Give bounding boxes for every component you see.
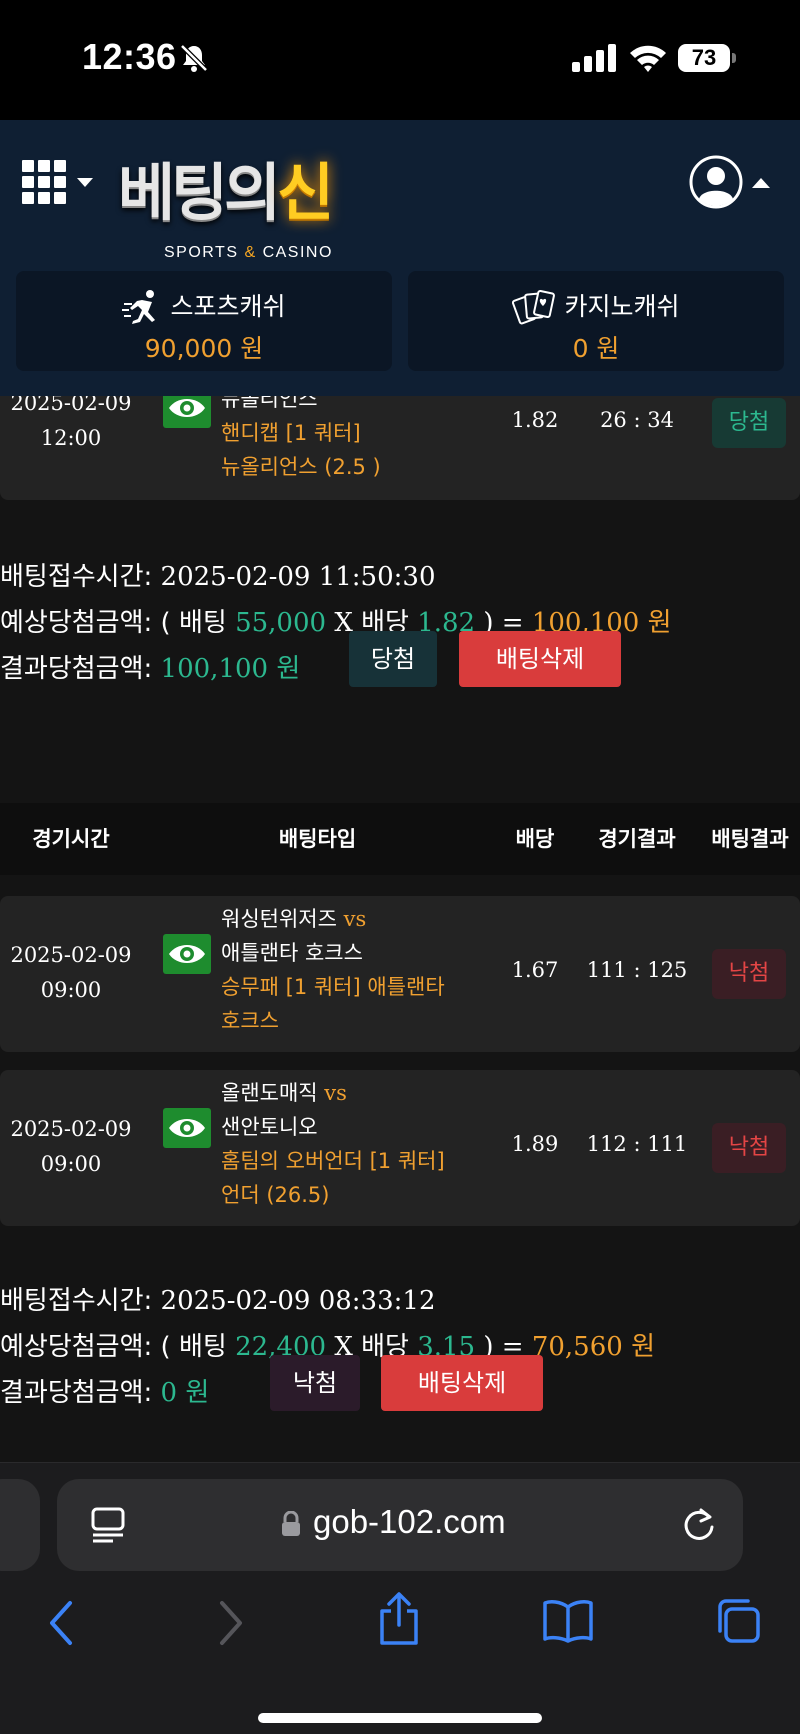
row-pick-detail: 언더 (26.5) bbox=[221, 1183, 330, 1207]
col-header-time: 경기시간 bbox=[32, 827, 110, 851]
row-teams-home: 올랜도매직 vs bbox=[221, 1081, 347, 1105]
row-result-badge: 당첨 bbox=[712, 398, 786, 448]
eye-icon bbox=[169, 945, 205, 963]
lock-icon bbox=[282, 1511, 300, 1536]
casino-cash-label: 카지노캐쉬 bbox=[564, 292, 680, 321]
tabs-icon[interactable] bbox=[714, 1597, 762, 1645]
sports-cash-value: 90,000 원 bbox=[144, 334, 264, 363]
row-result-badge: 낙첨 bbox=[712, 949, 786, 999]
row-datetime: 2025-02-09 09:00 bbox=[0, 938, 142, 1008]
share-icon[interactable] bbox=[376, 1591, 422, 1647]
row-odds: 1.89 bbox=[511, 1132, 559, 1156]
previous-tab-preview[interactable] bbox=[0, 1479, 40, 1571]
row-teams-home: 워싱턴위저즈 vs bbox=[221, 907, 367, 931]
bell-muted-icon bbox=[180, 44, 208, 72]
user-menu-button[interactable] bbox=[688, 154, 772, 214]
casino-cash-card[interactable]: 카지노캐쉬 0 원 bbox=[408, 271, 784, 371]
running-figure-icon bbox=[122, 290, 156, 324]
logo-tagline: SPORTS & CASINO bbox=[164, 244, 333, 261]
row-datetime: 2025-02-09 12:00 bbox=[0, 396, 142, 456]
row-pick-detail: 호크스 bbox=[221, 1009, 279, 1033]
view-detail-button[interactable] bbox=[163, 934, 211, 974]
row-teams-away: 애틀랜타 호크스 bbox=[221, 941, 363, 965]
col-header-result: 배팅결과 bbox=[711, 827, 789, 851]
wifi-icon bbox=[630, 45, 666, 72]
table-row: 2025-02-09 09:00 올랜도매직 vs 샌안토니오 홈팀의 오버언더… bbox=[0, 1070, 800, 1226]
row-teams: 뉴올리언스 bbox=[221, 396, 318, 411]
received-time-line: 배팅접수시간: 2025-02-09 08:33:12 bbox=[0, 1286, 436, 1316]
result-status-button[interactable]: 낙첨 bbox=[270, 1355, 360, 1411]
result-amount-line: 결과당첨금액: 100,100 원 bbox=[0, 654, 301, 684]
col-header-score: 경기결과 bbox=[598, 827, 676, 851]
url-text: gob-102.com bbox=[313, 1503, 506, 1540]
eye-icon bbox=[169, 1119, 205, 1137]
grid-menu-icon bbox=[22, 160, 66, 204]
eye-icon bbox=[169, 399, 205, 417]
address-bar[interactable]: gob-102.com bbox=[57, 1479, 743, 1571]
row-teams-away: 샌안토니오 bbox=[221, 1115, 318, 1139]
result-status-button[interactable]: 당첨 bbox=[349, 631, 437, 687]
received-time-line: 배팅접수시간: 2025-02-09 11:50:30 bbox=[0, 562, 436, 592]
view-detail-button[interactable] bbox=[163, 396, 211, 428]
logo-wordmark: 베팅의신 bbox=[118, 156, 334, 229]
row-score: 26 : 34 bbox=[600, 408, 674, 432]
site-logo[interactable]: 베팅의신 SPORTS & CASINO bbox=[118, 142, 398, 262]
battery-cap bbox=[732, 53, 736, 63]
table-header: 경기시간 배팅타입 배당 경기결과 배팅결과 bbox=[0, 803, 800, 875]
col-header-odds: 배당 bbox=[515, 827, 555, 851]
row-date: 2025-02-09 bbox=[10, 943, 132, 967]
row-score: 112 : 111 bbox=[586, 1132, 688, 1156]
row-date: 2025-02-09 bbox=[10, 396, 132, 415]
home-indicator[interactable] bbox=[258, 1713, 542, 1723]
playing-cards-icon bbox=[512, 289, 556, 325]
row-odds: 1.67 bbox=[511, 958, 559, 982]
row-bet-info: 올랜도매직 vs 샌안토니오 홈팀의 오버언더 [1 쿼터] 언더 (26.5) bbox=[221, 1076, 481, 1212]
table-row: 2025-02-09 09:00 워싱턴위저즈 vs 애틀랜타 호크스 승무패 … bbox=[0, 896, 800, 1052]
row-datetime: 2025-02-09 09:00 bbox=[0, 1112, 142, 1182]
row-pick: 홈팀의 오버언더 [1 쿼터] bbox=[221, 1149, 445, 1173]
status-bar: 12:36 73 bbox=[0, 0, 800, 120]
row-pick: 핸디캡 [1 쿼터] bbox=[221, 421, 361, 445]
chevron-down-icon bbox=[77, 178, 93, 187]
reader-mode-icon[interactable] bbox=[91, 1507, 125, 1543]
row-time: 09:00 bbox=[40, 1152, 102, 1176]
bookmarks-icon[interactable] bbox=[542, 1599, 594, 1643]
browser-toolbar: gob-102.com bbox=[0, 1462, 800, 1734]
reload-icon[interactable] bbox=[679, 1505, 719, 1545]
back-icon[interactable] bbox=[44, 1599, 78, 1647]
chevron-up-icon bbox=[752, 178, 770, 188]
row-time: 12:00 bbox=[40, 426, 102, 450]
result-amount-line: 결과당첨금액: 0 원 bbox=[0, 1378, 210, 1408]
row-bet-info: 뉴올리언스 핸디캡 [1 쿼터] 뉴올리언스 (2.5 ) bbox=[221, 396, 481, 484]
row-bet-info: 워싱턴위저즈 vs 애틀랜타 호크스 승무패 [1 쿼터] 애틀랜타 호크스 bbox=[221, 902, 481, 1038]
row-odds: 1.82 bbox=[511, 408, 559, 432]
casino-cash-heading: 카지노캐쉬 bbox=[408, 287, 784, 328]
status-time: 12:36 bbox=[82, 36, 177, 77]
site-header: 베팅의신 SPORTS & CASINO 스포츠캐쉬 90,000 원 카지노캐… bbox=[0, 120, 800, 396]
col-header-type: 배팅타입 bbox=[278, 827, 357, 851]
battery-icon: 73 bbox=[678, 44, 730, 72]
delete-bet-button[interactable]: 배팅삭제 bbox=[459, 631, 621, 687]
row-pick-detail: 뉴올리언스 (2.5 ) bbox=[221, 455, 381, 479]
table-row: 2025-02-09 12:00 뉴올리언스 핸디캡 [1 쿼터] 뉴올리언스 … bbox=[0, 396, 800, 500]
delete-bet-button[interactable]: 배팅삭제 bbox=[381, 1355, 543, 1411]
sports-cash-card[interactable]: 스포츠캐쉬 90,000 원 bbox=[16, 271, 392, 371]
row-score: 111 : 125 bbox=[586, 958, 688, 982]
row-date: 2025-02-09 bbox=[10, 1117, 132, 1141]
menu-grid-button[interactable] bbox=[22, 160, 93, 204]
row-time: 09:00 bbox=[40, 978, 102, 1002]
user-avatar-icon bbox=[689, 155, 743, 209]
view-detail-button[interactable] bbox=[163, 1108, 211, 1148]
casino-cash-value: 0 원 bbox=[572, 334, 620, 363]
row-pick: 승무패 [1 쿼터] 애틀랜타 bbox=[221, 975, 445, 999]
bet-history-list: 2025-02-09 12:00 뉴올리언스 핸디캡 [1 쿼터] 뉴올리언스 … bbox=[0, 396, 800, 1462]
sports-cash-heading: 스포츠캐쉬 bbox=[16, 287, 392, 328]
forward-icon[interactable] bbox=[214, 1599, 248, 1647]
sports-cash-label: 스포츠캐쉬 bbox=[170, 292, 286, 321]
row-result-badge: 낙첨 bbox=[712, 1123, 786, 1173]
cellular-signal-icon bbox=[572, 44, 616, 72]
